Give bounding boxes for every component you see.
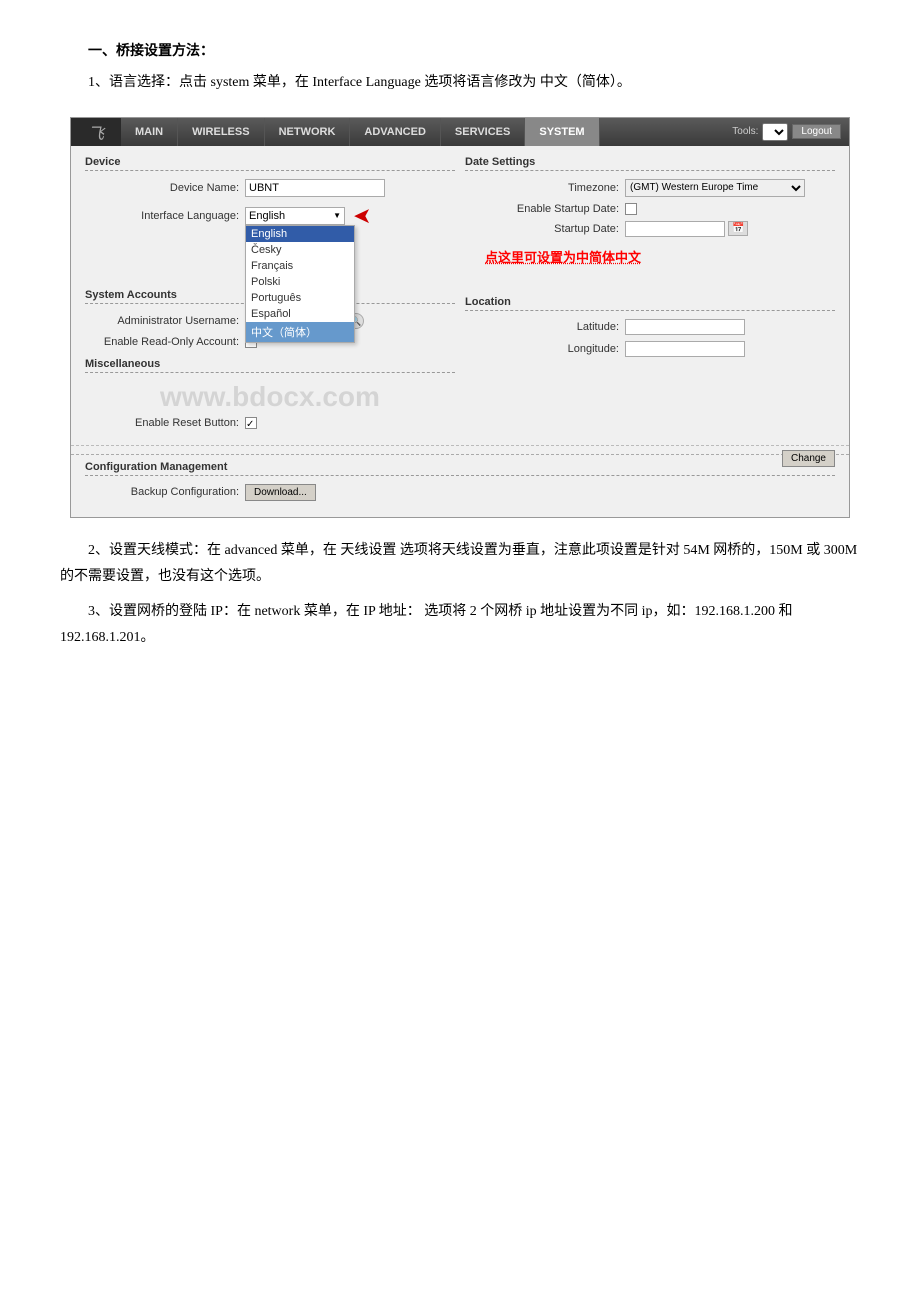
- left-panel: Device Device Name: Interface Language: …: [85, 156, 455, 435]
- tools-label: Tools:: [732, 126, 758, 137]
- config-mgmt-header: Configuration Management: [85, 461, 835, 476]
- right-panel: Date Settings Timezone: (GMT) Western Eu…: [465, 156, 835, 435]
- router-ui-screenshot: 飞 MAIN WIRELESS NETWORK ADVANCED SERVICE…: [70, 117, 850, 518]
- watermark-text: www.bdocx.com: [85, 381, 455, 413]
- device-name-label: Device Name:: [85, 182, 245, 194]
- latitude-row: Latitude:: [465, 319, 835, 335]
- lang-option-espanol[interactable]: Español: [246, 306, 354, 322]
- interface-language-label: Interface Language:: [85, 210, 245, 222]
- content-area: Device Device Name: Interface Language: …: [71, 146, 849, 445]
- step3-text: 3、设置网桥的登陆 IP：在 network 菜单，在 IP 地址： 选项将 2…: [60, 599, 860, 652]
- dropdown-arrow-icon: ▼: [333, 211, 341, 220]
- language-dropdown-current[interactable]: English ▼: [245, 207, 345, 225]
- nav-item-system[interactable]: SYSTEM: [525, 118, 599, 146]
- longitude-row: Longitude:: [465, 341, 835, 357]
- longitude-label: Longitude:: [465, 343, 625, 355]
- nav-item-advanced[interactable]: ADVANCED: [350, 118, 441, 146]
- device-name-row: Device Name:: [85, 179, 455, 197]
- language-current-value: English: [249, 210, 285, 222]
- nav-item-services[interactable]: SERVICES: [441, 118, 525, 146]
- nav-right: Tools: Logout: [724, 118, 849, 146]
- interface-language-row: Interface Language: English ▼ English Če…: [85, 203, 455, 229]
- logout-button[interactable]: Logout: [792, 124, 841, 139]
- enable-startup-row: Enable Startup Date:: [465, 203, 835, 215]
- location-header: Location: [465, 296, 835, 311]
- nav-item-main[interactable]: MAIN: [121, 118, 178, 146]
- step1-text: 1、语言选择：点击 system 菜单，在 Interface Language…: [60, 70, 860, 97]
- latitude-input[interactable]: [625, 319, 745, 335]
- misc-header: Miscellaneous: [85, 358, 455, 373]
- timezone-select[interactable]: (GMT) Western Europe Time: [625, 179, 805, 197]
- date-settings-header: Date Settings: [465, 156, 835, 171]
- device-section-header: Device: [85, 156, 455, 171]
- lang-option-francais[interactable]: Français: [246, 258, 354, 274]
- latitude-label: Latitude:: [465, 321, 625, 333]
- device-name-input[interactable]: [245, 179, 385, 197]
- annotation-row: 点这里可设置为中简体中文: [475, 247, 835, 266]
- nav-item-network[interactable]: NETWORK: [265, 118, 351, 146]
- change-row: Change: [71, 445, 849, 454]
- nav-item-wireless[interactable]: WIRELESS: [178, 118, 264, 146]
- timezone-row: Timezone: (GMT) Western Europe Time: [465, 179, 835, 197]
- nav-bar: 飞 MAIN WIRELESS NETWORK ADVANCED SERVICE…: [71, 118, 849, 146]
- readonly-label: Enable Read-Only Account:: [85, 336, 245, 348]
- startup-date-label: Startup Date:: [465, 223, 625, 235]
- backup-label: Backup Configuration:: [85, 486, 245, 498]
- timezone-label: Timezone:: [465, 182, 625, 194]
- lang-option-cesky[interactable]: Česky: [246, 242, 354, 258]
- change-button[interactable]: Change: [782, 450, 835, 467]
- reset-checkbox[interactable]: [245, 417, 257, 429]
- annotation-text: 点这里可设置为中简体中文: [485, 250, 641, 265]
- red-arrow-icon: ➤: [353, 203, 371, 229]
- admin-username-label: Administrator Username:: [85, 315, 245, 327]
- enable-startup-checkbox[interactable]: [625, 203, 637, 215]
- enable-startup-label: Enable Startup Date:: [465, 203, 625, 215]
- backup-row: Backup Configuration: Download...: [85, 484, 835, 501]
- reset-button-row: Enable Reset Button:: [85, 417, 455, 429]
- startup-date-input[interactable]: [625, 221, 725, 237]
- step2-text: 2、设置天线模式：在 advanced 菜单，在 天线设置 选项将天线设置为垂直…: [60, 538, 860, 591]
- lang-option-english[interactable]: English: [246, 226, 354, 242]
- longitude-input[interactable]: [625, 341, 745, 357]
- lang-option-polski[interactable]: Polski: [246, 274, 354, 290]
- reset-button-label: Enable Reset Button:: [85, 417, 245, 429]
- download-button[interactable]: Download...: [245, 484, 316, 501]
- startup-date-row: Startup Date: 📅: [465, 221, 835, 237]
- page-title: 一、桥接设置方法：: [60, 40, 860, 60]
- lang-option-chinese[interactable]: 中文（简体）: [246, 322, 354, 342]
- calendar-icon[interactable]: 📅: [728, 221, 748, 236]
- tools-select[interactable]: [762, 123, 788, 141]
- lang-option-portugues[interactable]: Português: [246, 290, 354, 306]
- nav-logo: 飞: [71, 118, 121, 146]
- config-mgmt-area: Configuration Management Backup Configur…: [71, 454, 849, 517]
- language-dropdown-wrapper[interactable]: English ▼ English Česky Français Polski …: [245, 207, 345, 225]
- language-dropdown-list[interactable]: English Česky Français Polski Português …: [245, 225, 355, 343]
